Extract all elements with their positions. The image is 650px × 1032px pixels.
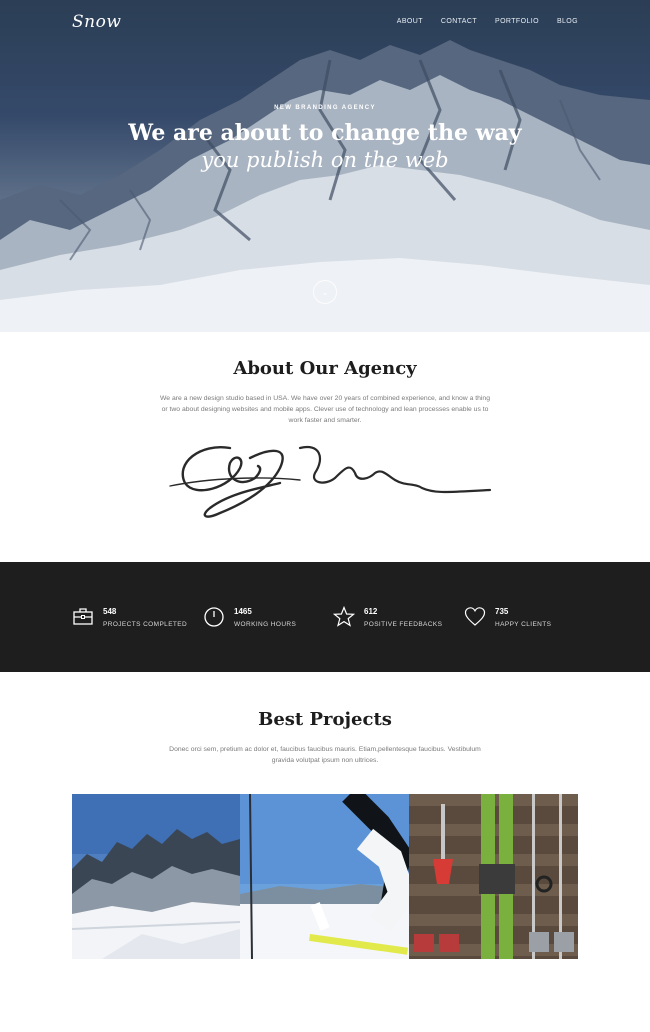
hero-eyebrow: NEW BRANDING AGENCY	[274, 105, 376, 111]
nav-about[interactable]: ABOUT	[397, 18, 423, 25]
projects-title: Best Projects	[258, 709, 392, 730]
signature-image	[169, 445, 492, 518]
chevron-down-icon: ⌄	[321, 286, 329, 297]
hero-title: We are about to change the way	[128, 120, 522, 146]
stat-value: 548	[103, 607, 117, 616]
logo[interactable]: Snow	[72, 12, 121, 32]
project-ski-gear-photo[interactable]	[409, 794, 578, 959]
hero-section: Snow ABOUT CONTACT PORTFOLIO BLOG NEW BR…	[0, 0, 650, 332]
about-title: About Our Agency	[233, 358, 417, 379]
stats-section: 548 PROJECTS COMPLETED 1465 WORKING HOUR…	[0, 562, 650, 672]
projects-text: Donec orci sem, pretium ac dolor et, fau…	[169, 746, 481, 764]
project-skier-photo[interactable]	[240, 794, 409, 959]
mountain-photo	[72, 794, 240, 959]
stat-feedbacks: 612 POSITIVE FEEDBACKS	[333, 606, 442, 628]
stat-value: 612	[364, 607, 378, 616]
skier-photo	[240, 794, 409, 959]
projects-gallery	[72, 794, 578, 959]
briefcase-icon	[73, 608, 93, 625]
hero-subtitle: you publish on the web	[201, 148, 449, 172]
stat-label: POSITIVE FEEDBACKS	[364, 621, 443, 628]
nav-portfolio[interactable]: PORTFOLIO	[495, 18, 539, 25]
nav-contact[interactable]: CONTACT	[441, 18, 477, 25]
stat-value: 1465	[234, 607, 252, 616]
nav-blog[interactable]: BLOG	[557, 18, 578, 25]
about-text: We are a new design studio based in USA.…	[160, 395, 490, 424]
stat-label: HAPPY CLIENTS	[495, 621, 552, 628]
heart-icon	[464, 607, 486, 626]
stat-value: 735	[495, 607, 509, 616]
stat-projects: 548 PROJECTS COMPLETED	[72, 606, 187, 628]
main-nav: ABOUT CONTACT PORTFOLIO BLOG	[397, 18, 578, 25]
star-icon	[333, 606, 355, 627]
project-mountain-photo[interactable]	[72, 794, 240, 959]
clock-icon	[204, 607, 224, 627]
stat-hours: 1465 WORKING HOURS	[203, 606, 296, 628]
scroll-down-button[interactable]: ⌄	[313, 280, 337, 304]
stat-label: WORKING HOURS	[234, 621, 297, 628]
stat-label: PROJECTS COMPLETED	[103, 621, 188, 628]
stat-clients: 735 HAPPY CLIENTS	[464, 606, 551, 628]
ski-gear-photo	[409, 794, 578, 959]
